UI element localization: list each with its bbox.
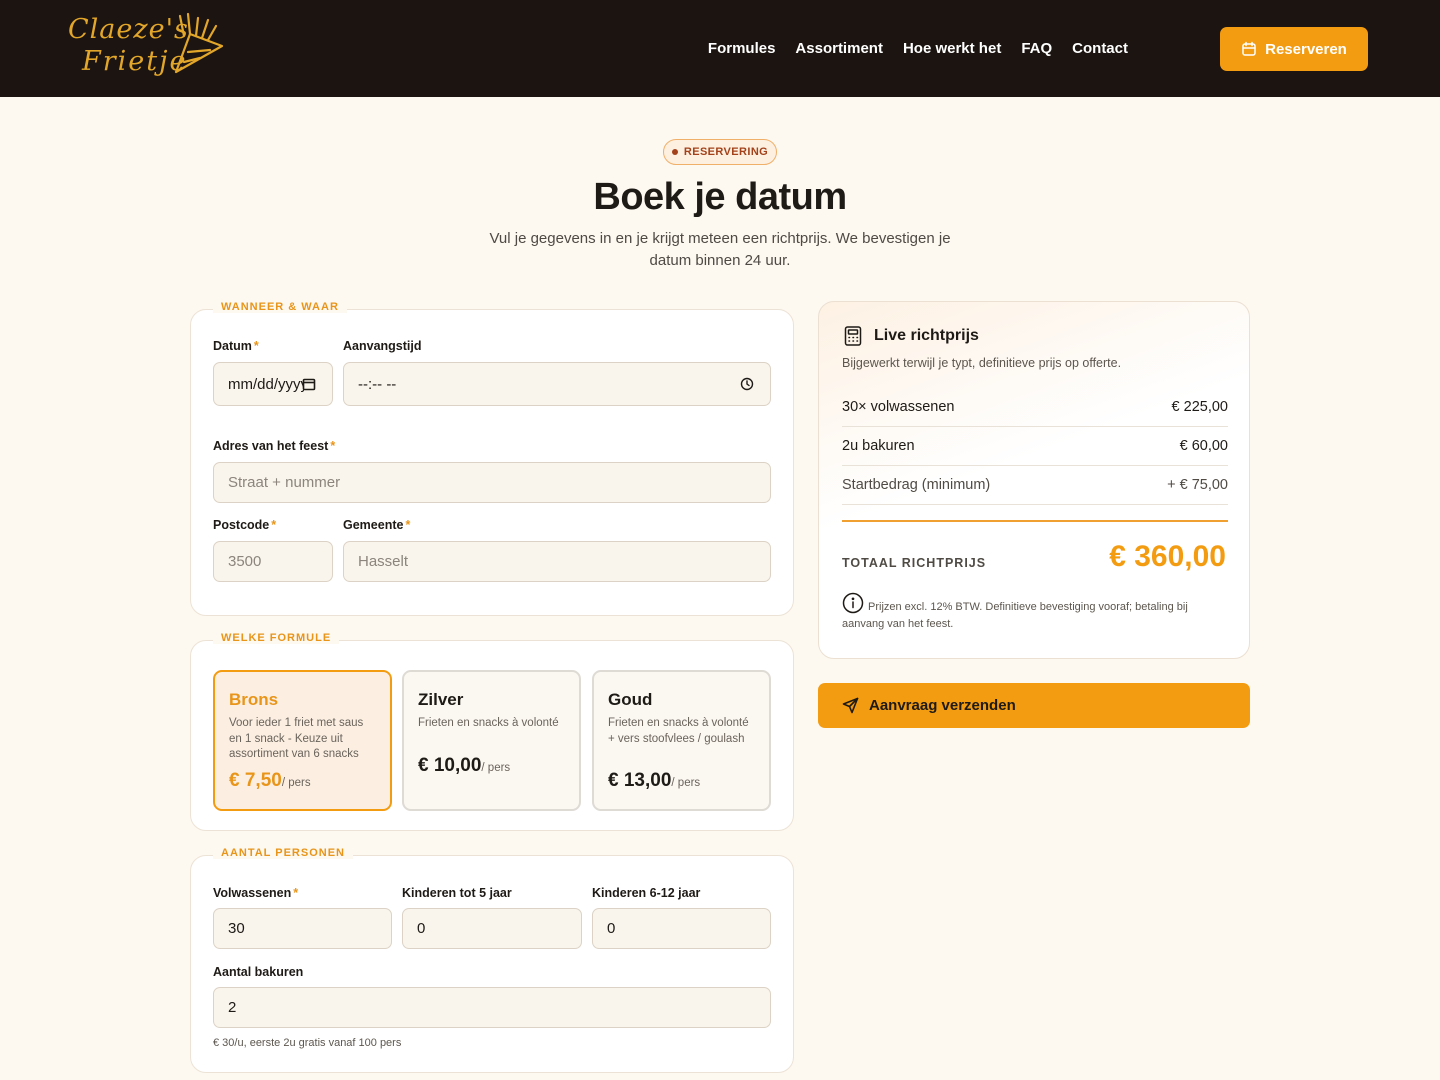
formula-card: WELKE FORMULE Brons Voor ieder 1 friet m…: [190, 632, 794, 831]
summary-row-value: € 225,00: [1171, 399, 1228, 415]
time-input[interactable]: --:-- --: [343, 362, 771, 406]
summary-row-value: + € 75,00: [1167, 477, 1228, 493]
calendar-icon: [1242, 41, 1256, 56]
nav-link-assortiment[interactable]: Assortiment: [795, 40, 883, 57]
nav-link-formules[interactable]: Formules: [708, 40, 776, 57]
date-label: Datum *: [213, 339, 259, 353]
city-placeholder: Hasselt: [358, 553, 409, 570]
address-label: Adres van het feest *: [213, 439, 336, 453]
nav-link-hoe-werkt-het[interactable]: Hoe werkt het: [903, 40, 1001, 57]
kids-6-12-input[interactable]: 0: [592, 908, 771, 949]
total-value: € 360,00: [1109, 540, 1226, 573]
formula-option-zilver[interactable]: Zilver Frieten en snacks à volonté € 10,…: [402, 670, 581, 811]
formula-per-person: / pers: [281, 777, 311, 789]
formula-price: € 13,00: [608, 770, 672, 791]
summary-row-value: € 60,00: [1179, 438, 1228, 454]
kids-6-12-label: Kinderen 6-12 jaar: [592, 886, 701, 900]
price-note: Prijzen excl. 12% BTW. Definitieve beves…: [842, 592, 1232, 633]
summary-row-label: 2u bakuren: [842, 438, 915, 454]
send-icon: [842, 697, 859, 714]
postcode-placeholder: 3500: [228, 553, 262, 570]
page-subtitle: Vul je gegevens in en je krijgt meteen e…: [489, 230, 951, 269]
price-note-text: Prijzen excl. 12% BTW. Definitieve beves…: [842, 601, 1188, 630]
formula-price: € 7,50: [229, 770, 282, 791]
city-input[interactable]: Hasselt: [343, 541, 771, 582]
formula-per-person: / pers: [481, 762, 511, 774]
adults-label: Volwassenen *: [213, 886, 299, 900]
fries-cone-icon: [174, 12, 224, 74]
badge-dot-icon: [671, 149, 678, 155]
formula-legend: WELKE FORMULE: [213, 632, 340, 644]
adults-value: 30: [228, 920, 245, 937]
time-input-value: --:-- --: [358, 375, 397, 393]
clock-icon[interactable]: [740, 377, 754, 391]
summary-row-start-fee: Startbedrag (minimum) + € 75,00: [842, 466, 1228, 505]
time-label: Aanvangstijd: [343, 339, 422, 353]
address-input[interactable]: Straat + nummer: [213, 462, 771, 503]
formula-description: Frieten en snacks à volonté: [418, 717, 559, 729]
date-input[interactable]: mm/dd/yyyy: [213, 362, 333, 406]
page-title: Boek je datum: [593, 176, 847, 218]
hours-input[interactable]: 2: [213, 987, 771, 1028]
postcode-input[interactable]: 3500: [213, 541, 333, 582]
reserve-button-label: Reserveren: [1265, 40, 1347, 58]
summary-row-label: 30× volwassenen: [842, 399, 955, 415]
formula-name: Goud: [608, 690, 653, 709]
send-request-label: Aanvraag verzenden: [869, 697, 1016, 714]
nav-link-faq[interactable]: FAQ: [1021, 40, 1052, 57]
send-request-button[interactable]: Aanvraag verzenden: [818, 683, 1250, 728]
persons-card: AANTAL PERSONEN Volwassenen * 30 Kinderen…: [190, 847, 794, 1073]
when-where-card: WANNEER & WAAR Datum * mm/dd/yyyy Aanvang…: [190, 301, 794, 616]
total-divider: [842, 520, 1228, 522]
badge-label: RESERVERING: [683, 146, 769, 158]
kids-under5-input[interactable]: 0: [402, 908, 582, 949]
persons-legend: AANTAL PERSONEN: [213, 847, 353, 859]
info-icon: [842, 592, 864, 614]
city-label: Gemeente *: [343, 518, 411, 532]
section-badge: RESERVERING: [663, 139, 777, 165]
brand-logo[interactable]: Claeze's Frietje: [66, 12, 226, 84]
formula-price: € 10,00: [418, 755, 482, 776]
calendar-picker-icon[interactable]: [302, 377, 316, 391]
formula-option-goud[interactable]: Goud Frieten en snacks à volonté + vers …: [592, 670, 771, 811]
summary-row-adults: 30× volwassenen € 225,00: [842, 388, 1228, 427]
main-nav: Formules Assortiment Hoe werkt het FAQ C…: [708, 0, 1128, 97]
postcode-label: Postcode *: [213, 518, 277, 532]
formula-name: Zilver: [418, 690, 464, 709]
hours-value: 2: [228, 999, 237, 1016]
nav-link-contact[interactable]: Contact: [1072, 40, 1128, 57]
summary-row-hours: 2u bakuren € 60,00: [842, 427, 1228, 466]
summary-title: Live richtprijs: [874, 327, 979, 344]
formula-description: Frieten en snacks à volonté + vers stoof…: [608, 717, 749, 745]
adults-input[interactable]: 30: [213, 908, 392, 949]
top-navbar: Claeze's Frietje Formules Assortiment Ho…: [0, 0, 1440, 97]
kids-6-12-value: 0: [607, 920, 616, 937]
address-placeholder: Straat + nummer: [228, 474, 341, 491]
summary-row-label: Startbedrag (minimum): [842, 477, 991, 493]
when-where-legend: WANNEER & WAAR: [213, 301, 347, 313]
kids-under5-value: 0: [417, 920, 426, 937]
summary-subtitle: Bijgewerkt terwijl je typt, definitieve …: [842, 356, 1122, 370]
formula-option-brons[interactable]: Brons Voor ieder 1 friet met saus en 1 s…: [213, 670, 392, 811]
hours-label: Aantal bakuren: [213, 965, 304, 979]
formula-per-person: / pers: [671, 777, 701, 789]
formula-name: Brons: [229, 690, 279, 709]
date-input-value: mm/dd/yyyy: [228, 375, 304, 393]
calculator-icon: [844, 326, 862, 346]
price-summary-card: Live richtprijs Bijgewerkt terwijl je ty…: [818, 301, 1250, 659]
kids-under5-label: Kinderen tot 5 jaar: [402, 886, 512, 900]
hours-hint: € 30/u, eerste 2u gratis vanaf 100 pers: [213, 1037, 402, 1049]
formula-description: Voor ieder 1 friet met saus en 1 snack -…: [229, 717, 364, 760]
reserve-button[interactable]: Reserveren: [1220, 27, 1368, 71]
total-label: TOTAAL RICHTPRIJS: [842, 556, 987, 570]
